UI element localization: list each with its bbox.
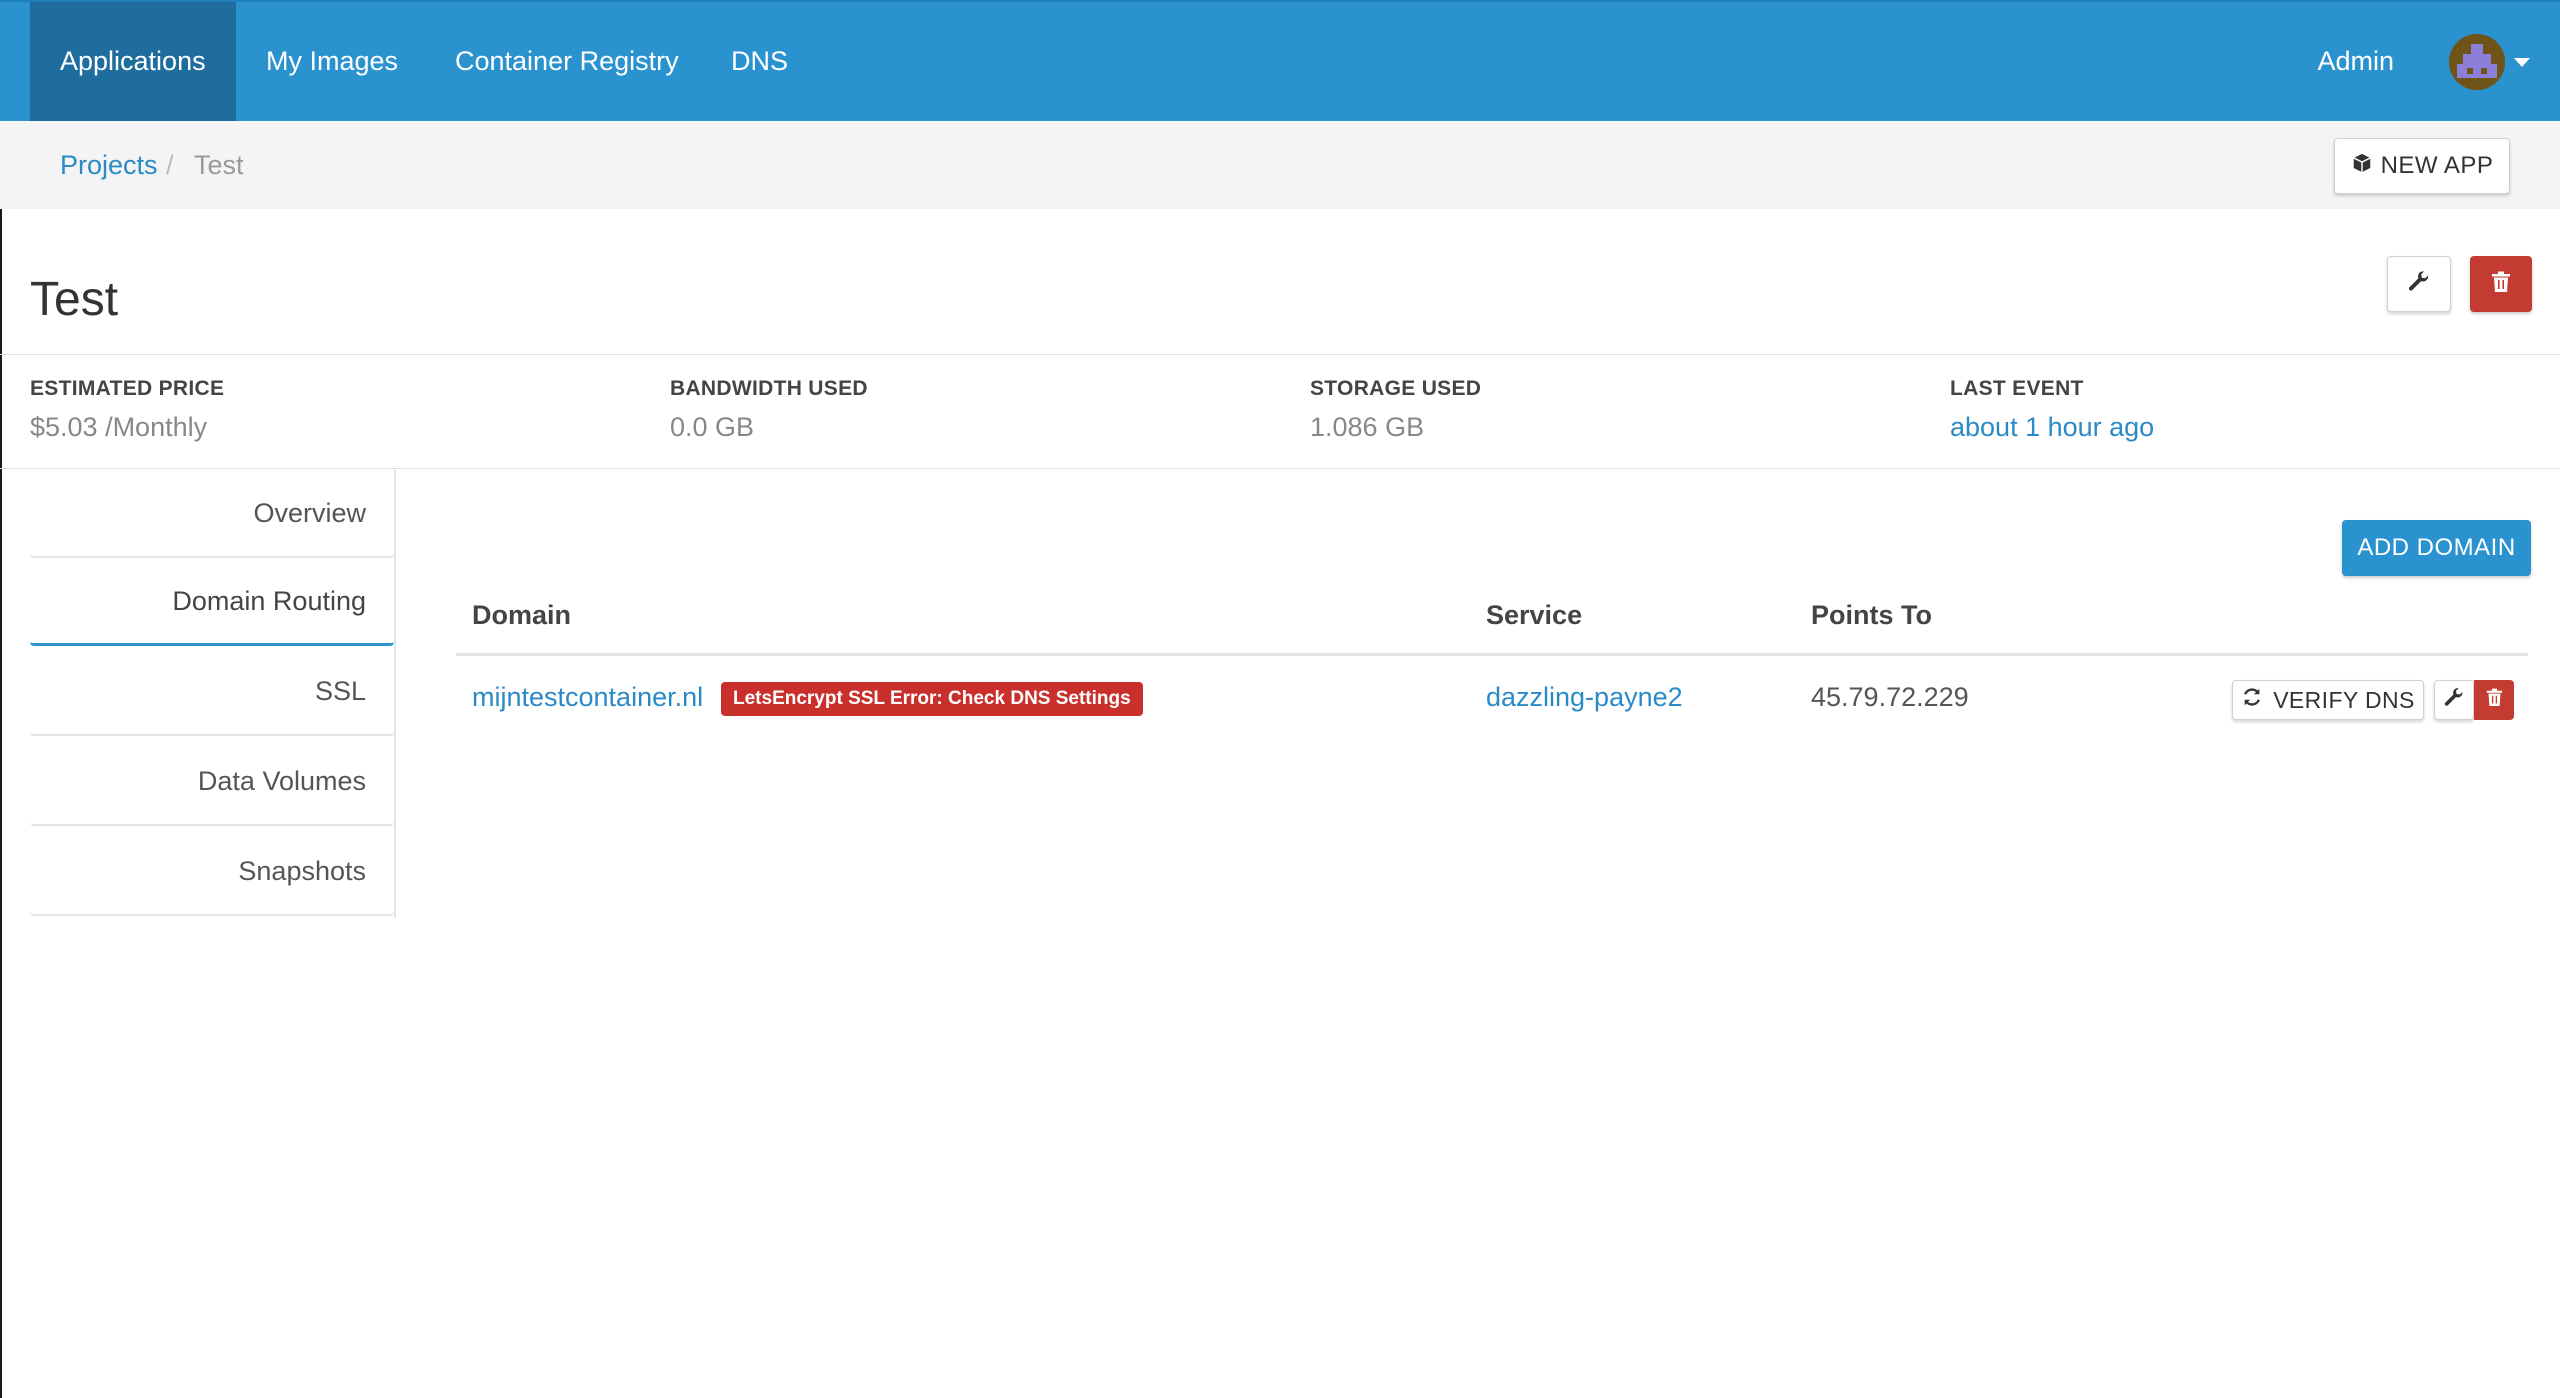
- wrench-icon: [2407, 269, 2431, 300]
- stat-label-estimated-price: ESTIMATED PRICE: [30, 377, 225, 400]
- new-app-button[interactable]: NEW APP: [2334, 138, 2510, 194]
- nav-item-applications[interactable]: Applications: [30, 2, 236, 121]
- verify-dns-button[interactable]: VERIFY DNS: [2232, 680, 2424, 720]
- column-header-service: Service: [1486, 600, 1583, 630]
- edit-domain-button[interactable]: [2434, 680, 2474, 720]
- delete-project-button[interactable]: [2470, 256, 2532, 312]
- service-link[interactable]: dazzling-payne2: [1486, 682, 1683, 713]
- breadcrumb: Projects / Test: [0, 121, 2560, 209]
- tab-ssl[interactable]: SSL: [30, 648, 394, 736]
- verify-dns-label: VERIFY DNS: [2273, 686, 2415, 713]
- nav-item-container-registry[interactable]: Container Registry: [425, 2, 709, 121]
- tab-snapshots[interactable]: Snapshots: [30, 828, 394, 916]
- delete-domain-button[interactable]: [2474, 680, 2514, 720]
- nav-item-dns[interactable]: DNS: [701, 2, 818, 121]
- stat-value-last-event-link[interactable]: about 1 hour ago: [1950, 412, 2154, 443]
- domain-link[interactable]: mijntestcontainer.nl: [472, 682, 703, 713]
- stat-value-estimated-price: $5.03 /Monthly: [30, 412, 208, 442]
- divider: [0, 354, 2560, 355]
- breadcrumb-separator: /: [166, 150, 174, 180]
- table-header-rule: [456, 653, 2528, 656]
- stat-value-bandwidth: 0.0 GB: [670, 412, 755, 442]
- ssl-error-badge: LetsEncrypt SSL Error: Check DNS Setting…: [721, 682, 1143, 716]
- divider: [0, 468, 2560, 469]
- stat-label-storage: STORAGE USED: [1310, 377, 1482, 400]
- stat-value-storage: 1.086 GB: [1310, 412, 1425, 442]
- cube-icon: [2351, 152, 2373, 181]
- stat-label-bandwidth: BANDWIDTH USED: [670, 377, 868, 400]
- page-title: Test: [30, 273, 119, 326]
- user-avatar-icon[interactable]: [2449, 34, 2505, 90]
- nav-item-my-images[interactable]: My Images: [236, 2, 428, 121]
- trash-icon: [2486, 688, 2503, 712]
- refresh-icon: [2241, 686, 2263, 714]
- column-header-points-to: Points To: [1811, 600, 1932, 630]
- chevron-down-icon[interactable]: [2514, 58, 2530, 67]
- add-domain-button[interactable]: ADD DOMAIN: [2342, 520, 2531, 576]
- trash-icon: [2491, 271, 2511, 298]
- window-edge: [0, 0, 2, 1398]
- new-app-label: NEW APP: [2380, 152, 2494, 179]
- breadcrumb-current: Test: [194, 150, 244, 180]
- breadcrumb-projects-link[interactable]: Projects: [60, 121, 158, 209]
- top-navbar: Applications My Images Container Registr…: [0, 0, 2560, 121]
- tab-domain-routing[interactable]: Domain Routing: [30, 558, 394, 646]
- column-header-domain: Domain: [472, 600, 572, 630]
- wrench-icon: [2443, 686, 2465, 715]
- points-to-value: 45.79.72.229: [1811, 682, 1969, 712]
- tab-data-volumes[interactable]: Data Volumes: [30, 738, 394, 826]
- tab-overview[interactable]: Overview: [30, 470, 394, 558]
- edit-project-button[interactable]: [2387, 256, 2451, 312]
- nav-item-admin[interactable]: Admin: [2317, 2, 2394, 121]
- stat-label-last-event: LAST EVENT: [1950, 377, 2084, 400]
- sidebar-divider: [394, 470, 396, 918]
